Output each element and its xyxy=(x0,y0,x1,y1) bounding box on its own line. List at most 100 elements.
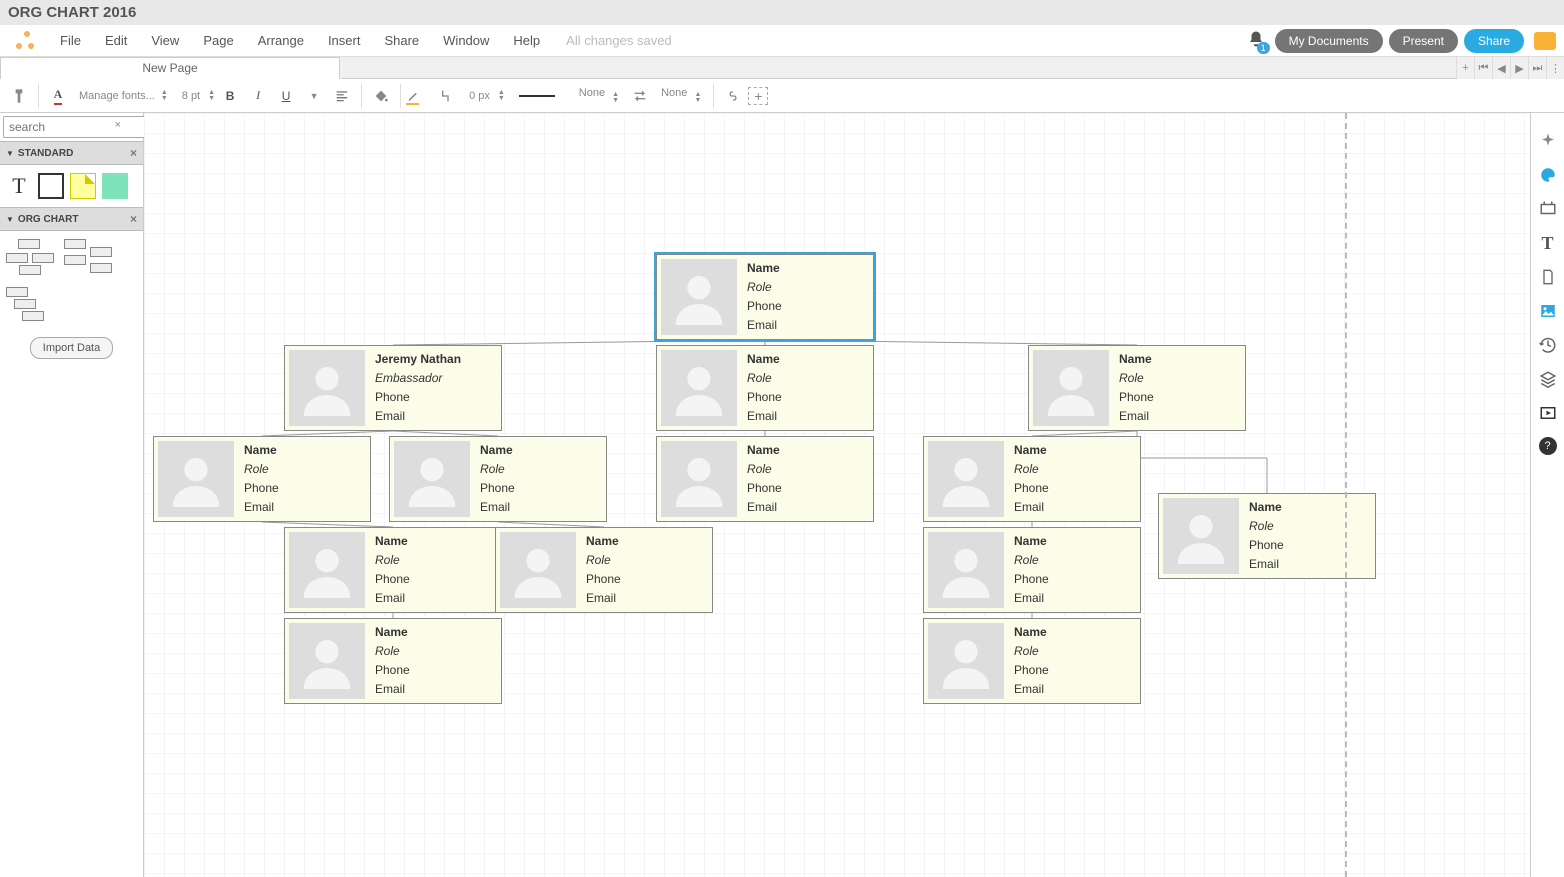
panel-orgchart-close[interactable]: × xyxy=(130,212,137,226)
card-email[interactable]: Email xyxy=(375,407,495,426)
org-card[interactable]: NameRolePhoneEmail xyxy=(656,436,874,522)
org-card[interactable]: NameRolePhoneEmail xyxy=(389,436,607,522)
card-phone[interactable]: Phone xyxy=(480,479,600,498)
card-role[interactable]: Role xyxy=(480,460,600,479)
text-color-button[interactable]: A xyxy=(45,83,71,109)
card-email[interactable]: Email xyxy=(1014,498,1134,517)
dock-help-button[interactable]: ? xyxy=(1539,437,1557,455)
stroke-width-input[interactable]: 0 px xyxy=(463,90,496,102)
card-role[interactable]: Role xyxy=(1014,460,1134,479)
underline-button[interactable]: U xyxy=(273,83,299,109)
menu-edit[interactable]: Edit xyxy=(93,27,139,54)
my-documents-button[interactable]: My Documents xyxy=(1275,29,1383,53)
app-logo[interactable] xyxy=(12,29,36,53)
tabs-last-button[interactable]: ⏭ xyxy=(1528,57,1546,79)
font-size-input[interactable]: 8 pt xyxy=(176,90,206,102)
menu-insert[interactable]: Insert xyxy=(316,27,373,54)
panel-standard-close[interactable]: × xyxy=(130,146,137,160)
org-shape-3[interactable] xyxy=(6,287,58,323)
text-shape[interactable]: T xyxy=(6,173,32,199)
font-size-spinner[interactable]: ▲▼ xyxy=(208,90,215,102)
card-phone[interactable]: Phone xyxy=(747,479,867,498)
align-button[interactable] xyxy=(329,83,355,109)
swap-arrows-button[interactable] xyxy=(627,83,653,109)
arrow-style-dropdown[interactable]: None ▲▼ xyxy=(655,87,707,104)
org-card[interactable]: NameRolePhoneEmail xyxy=(656,254,874,340)
card-role[interactable]: Embassador xyxy=(375,369,495,388)
card-role[interactable]: Role xyxy=(1249,517,1369,536)
bold-button[interactable]: B xyxy=(217,83,243,109)
org-card[interactable]: Jeremy NathanEmbassadorPhoneEmail xyxy=(284,345,502,431)
card-phone[interactable]: Phone xyxy=(586,570,706,589)
add-action-button[interactable]: + xyxy=(748,87,768,105)
tabs-first-button[interactable]: ⏮ xyxy=(1474,57,1492,79)
dock-layers-button[interactable] xyxy=(1538,369,1558,389)
card-email[interactable]: Email xyxy=(747,498,867,517)
link-button[interactable] xyxy=(720,83,746,109)
line-shape-button[interactable] xyxy=(435,83,461,109)
card-name[interactable]: Name xyxy=(1119,350,1239,369)
card-phone[interactable]: Phone xyxy=(375,661,495,680)
org-card[interactable]: NameRolePhoneEmail xyxy=(923,618,1141,704)
tabs-menu-button[interactable]: ⋮ xyxy=(1546,57,1564,79)
card-role[interactable]: Role xyxy=(1014,642,1134,661)
card-email[interactable]: Email xyxy=(244,498,364,517)
card-role[interactable]: Role xyxy=(1119,369,1239,388)
org-shape-2[interactable] xyxy=(64,239,116,275)
clear-search-button[interactable]: × xyxy=(115,119,121,131)
add-tab-button[interactable]: + xyxy=(1456,57,1474,79)
menu-page[interactable]: Page xyxy=(191,27,245,54)
note-shape[interactable] xyxy=(70,173,96,199)
dock-image-button[interactable] xyxy=(1538,301,1558,321)
card-name[interactable]: Name xyxy=(1014,441,1134,460)
org-card[interactable]: NameRolePhoneEmail xyxy=(923,436,1141,522)
feedback-icon[interactable] xyxy=(1534,32,1556,50)
menu-window[interactable]: Window xyxy=(431,27,501,54)
card-name[interactable]: Name xyxy=(1249,498,1369,517)
org-card[interactable]: NameRolePhoneEmail xyxy=(656,345,874,431)
panel-orgchart-header[interactable]: ▼ ORG CHART × xyxy=(0,207,143,231)
tabs-next-button[interactable]: ▶ xyxy=(1510,57,1528,79)
border-color-button[interactable] xyxy=(407,83,433,109)
org-card[interactable]: NameRolePhoneEmail xyxy=(284,618,502,704)
notifications-button[interactable]: 1 xyxy=(1247,30,1265,51)
card-phone[interactable]: Phone xyxy=(1119,388,1239,407)
dock-page-button[interactable] xyxy=(1538,267,1558,287)
italic-button[interactable]: I xyxy=(245,83,271,109)
dock-size-button[interactable] xyxy=(1538,199,1558,219)
card-email[interactable]: Email xyxy=(1119,407,1239,426)
card-role[interactable]: Role xyxy=(375,551,495,570)
card-phone[interactable]: Phone xyxy=(1014,661,1134,680)
card-email[interactable]: Email xyxy=(375,589,495,608)
card-role[interactable]: Role xyxy=(747,369,867,388)
card-email[interactable]: Email xyxy=(747,407,867,426)
card-name[interactable]: Name xyxy=(1014,623,1134,642)
card-email[interactable]: Email xyxy=(1014,589,1134,608)
org-card[interactable]: NameRolePhoneEmail xyxy=(923,527,1141,613)
card-name[interactable]: Name xyxy=(586,532,706,551)
card-phone[interactable]: Phone xyxy=(375,570,495,589)
fill-color-button[interactable] xyxy=(368,83,394,109)
import-data-button[interactable]: Import Data xyxy=(30,337,113,359)
panel-standard-header[interactable]: ▼ STANDARD × xyxy=(0,141,143,165)
format-painter-button[interactable] xyxy=(6,83,32,109)
menu-file[interactable]: File xyxy=(48,27,93,54)
tabs-prev-button[interactable]: ◀ xyxy=(1492,57,1510,79)
font-picker[interactable]: Manage fonts...▲▼ xyxy=(73,88,174,104)
org-card[interactable]: NameRolePhoneEmail xyxy=(1028,345,1246,431)
card-phone[interactable]: Phone xyxy=(747,388,867,407)
card-email[interactable]: Email xyxy=(586,589,706,608)
tab-new-page[interactable]: New Page xyxy=(0,57,340,79)
card-email[interactable]: Email xyxy=(375,680,495,699)
org-card[interactable]: NameRolePhoneEmail xyxy=(1158,493,1376,579)
card-role[interactable]: Role xyxy=(375,642,495,661)
card-phone[interactable]: Phone xyxy=(1014,570,1134,589)
card-email[interactable]: Email xyxy=(1014,680,1134,699)
dock-theme-button[interactable] xyxy=(1538,165,1558,185)
text-more-button[interactable]: ▼ xyxy=(301,83,327,109)
line-style-sample[interactable] xyxy=(519,95,555,97)
org-card[interactable]: NameRolePhoneEmail xyxy=(284,527,502,613)
hotspot-shape[interactable] xyxy=(102,173,128,199)
card-phone[interactable]: Phone xyxy=(1014,479,1134,498)
card-role[interactable]: Role xyxy=(747,278,867,297)
